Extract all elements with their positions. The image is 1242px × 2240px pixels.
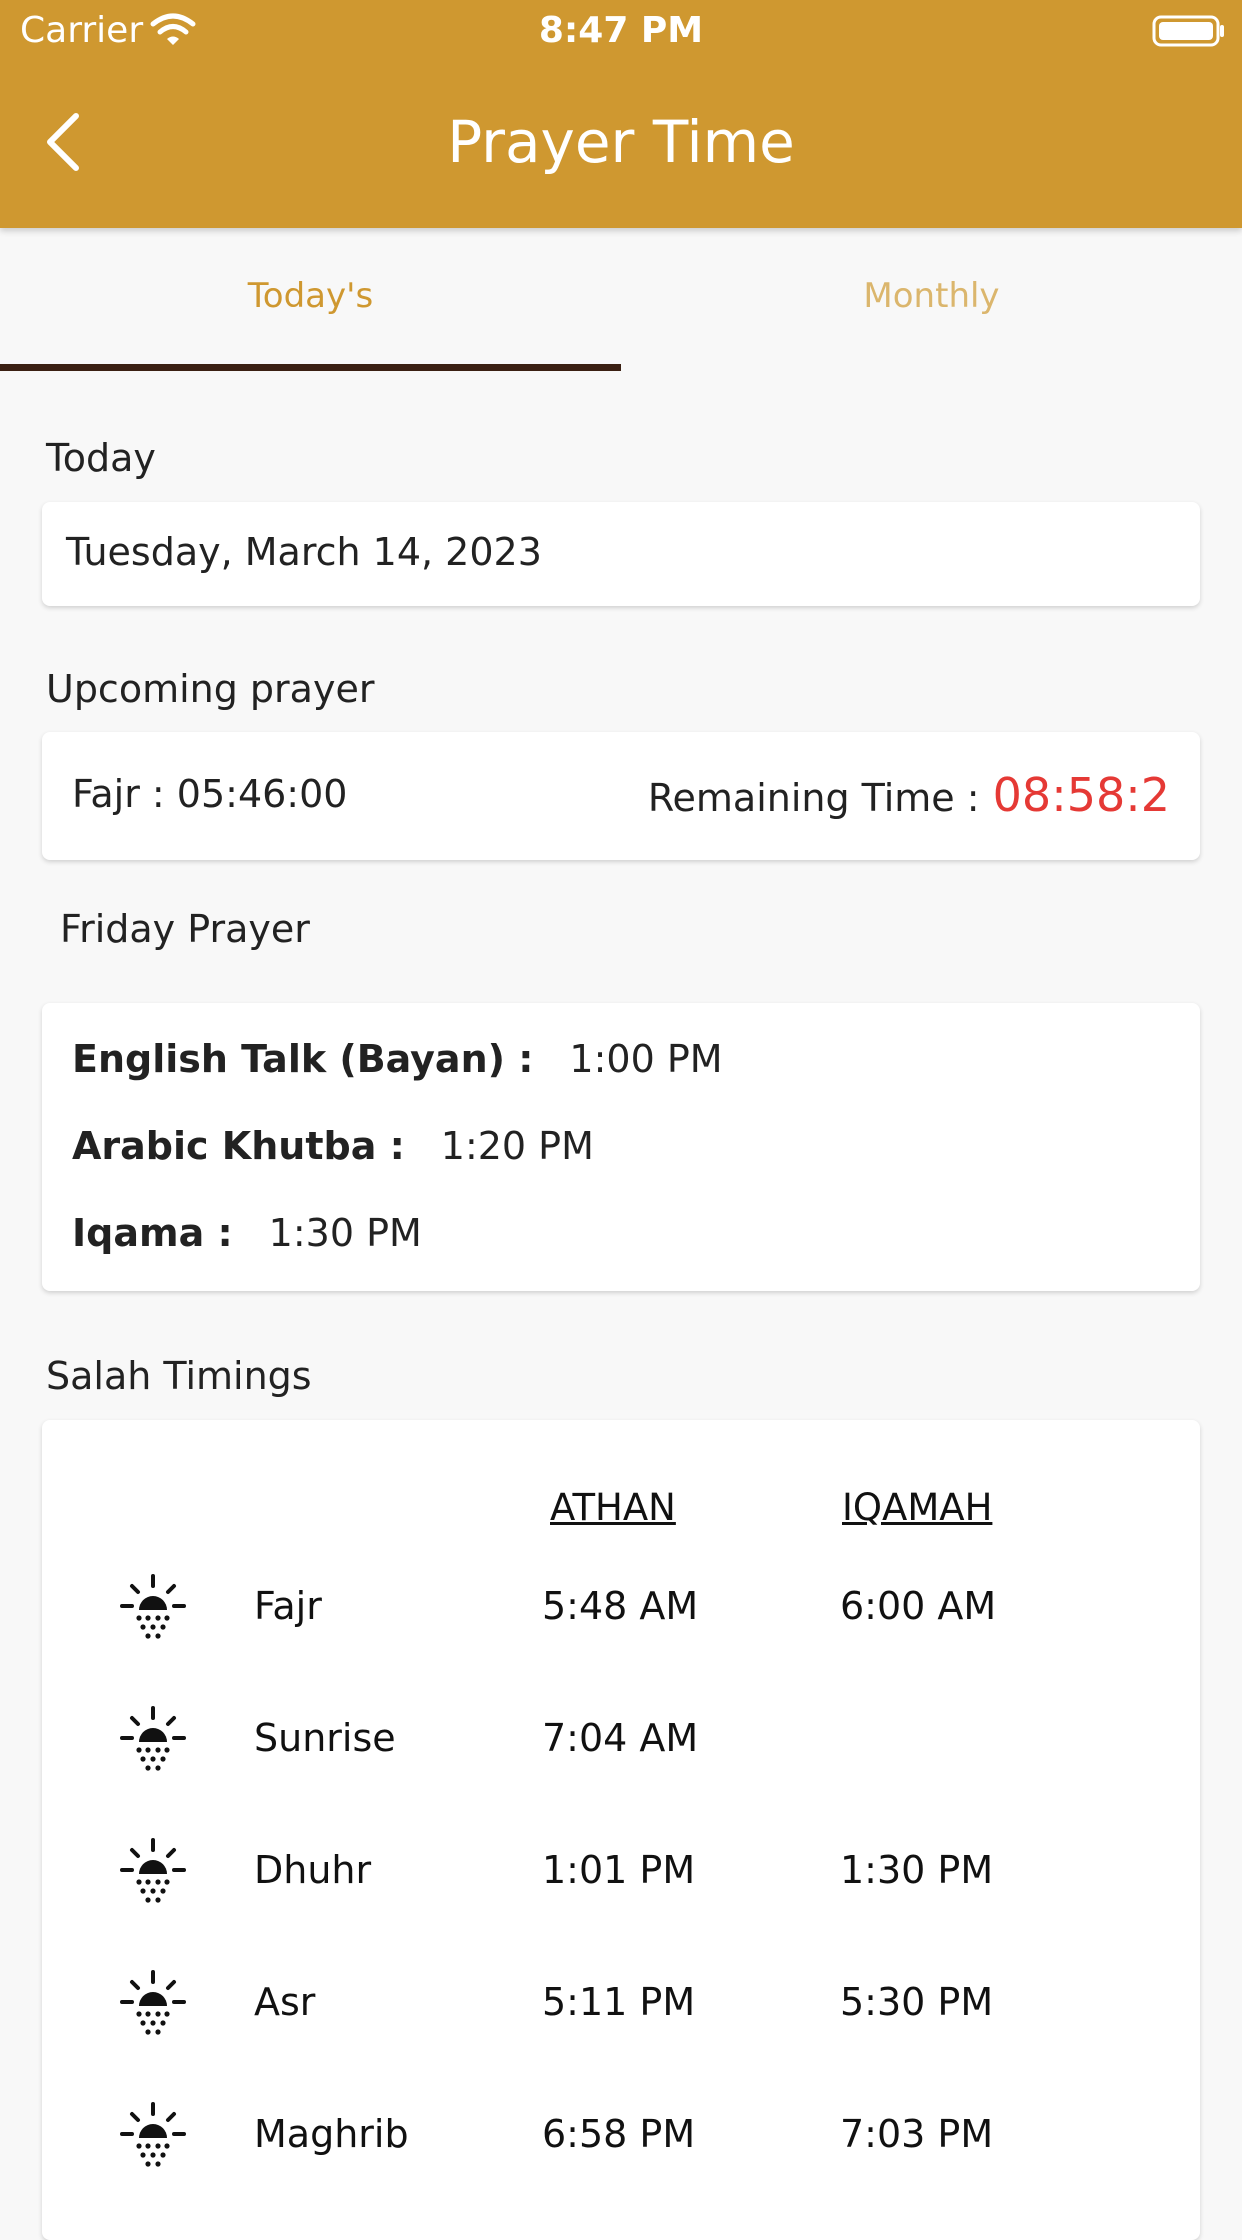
prayer-name: Asr (254, 1980, 316, 2024)
friday-row: Iqama : 1:30 PM (72, 1211, 422, 1255)
friday-row-time: 1:00 PM (569, 1037, 723, 1081)
sunrise-icon (120, 2102, 186, 2169)
salah-row-sunrise: Sunrise 7:04 AM (42, 1692, 1200, 1792)
athan-time: 5:48 AM (542, 1584, 699, 1628)
friday-prayer-label: Friday Prayer (60, 907, 310, 951)
tab-todays[interactable]: Today's (0, 276, 621, 316)
tab-indicator (0, 364, 621, 371)
status-time: 8:47 PM (538, 10, 704, 51)
prayer-name: Maghrib (254, 2112, 409, 2156)
salah-row-asr: Asr 5:11 PM 5:30 PM (42, 1956, 1200, 2056)
today-label: Today (46, 436, 156, 480)
page-title: Prayer Time (447, 108, 795, 176)
friday-row-time: 1:30 PM (268, 1211, 422, 1255)
athan-time: 5:11 PM (542, 1980, 696, 2024)
status-bar: Carrier 8:47 PM (0, 0, 1242, 64)
date-card: Tuesday, March 14, 2023 (42, 502, 1200, 606)
sunrise-icon (120, 1706, 186, 1773)
upcoming-label: Upcoming prayer (46, 667, 375, 711)
upcoming-prayer-time: Fajr : 05:46:00 (72, 772, 348, 816)
tab-bar: Today's Monthly (0, 228, 1242, 374)
sunrise-icon (120, 1970, 186, 2037)
salah-row-fajr: Fajr 5:48 AM 6:00 AM (42, 1560, 1200, 1660)
athan-column-header: ATHAN (550, 1486, 676, 1529)
friday-row-time: 1:20 PM (440, 1124, 594, 1168)
app-header: Carrier 8:47 PM Prayer Time (0, 0, 1242, 228)
tab-monthly[interactable]: Monthly (621, 276, 1242, 316)
battery-icon (1152, 15, 1224, 47)
friday-row: English Talk (Bayan) : 1:00 PM (72, 1037, 723, 1081)
iqamah-time: 1:30 PM (840, 1848, 994, 1892)
friday-row: Arabic Khutba : 1:20 PM (72, 1124, 594, 1168)
iqamah-time: 6:00 AM (840, 1584, 997, 1628)
sunrise-icon (120, 1838, 186, 1905)
remaining-time-label: Remaining Time : (647, 776, 980, 820)
salah-row-dhuhr: Dhuhr 1:01 PM 1:30 PM (42, 1824, 1200, 1924)
prayer-name: Sunrise (254, 1716, 396, 1760)
salah-timings-label: Salah Timings (46, 1354, 312, 1398)
remaining-time: Remaining Time : 08:58:2 (648, 768, 1170, 822)
iqamah-column-header: IQAMAH (842, 1486, 993, 1529)
friday-row-label: Arabic Khutba : (72, 1124, 405, 1168)
athan-time: 6:58 PM (542, 2112, 696, 2156)
upcoming-prayer-card: Fajr : 05:46:00 Remaining Time : 08:58:2 (42, 732, 1200, 860)
iqamah-time: 5:30 PM (840, 1980, 994, 2024)
today-date: Tuesday, March 14, 2023 (66, 530, 542, 574)
prayer-name: Fajr (254, 1584, 322, 1628)
friday-row-label: Iqama : (72, 1211, 233, 1255)
sunrise-icon (120, 1574, 186, 1641)
athan-time: 1:01 PM (542, 1848, 696, 1892)
friday-row-label: English Talk (Bayan) : (72, 1037, 534, 1081)
iqamah-time: 7:03 PM (840, 2112, 994, 2156)
athan-time: 7:04 AM (542, 1716, 699, 1760)
friday-prayer-card: English Talk (Bayan) : 1:00 PM Arabic Khu… (42, 1003, 1200, 1291)
remaining-time-value: 08:58:2 (992, 768, 1170, 822)
salah-row-maghrib: Maghrib 6:58 PM 7:03 PM (42, 2088, 1200, 2188)
prayer-name: Dhuhr (254, 1848, 372, 1892)
salah-timings-card: ATHAN IQAMAH Fajr 5:48 AM 6:00 AM Sunris… (42, 1420, 1200, 2240)
